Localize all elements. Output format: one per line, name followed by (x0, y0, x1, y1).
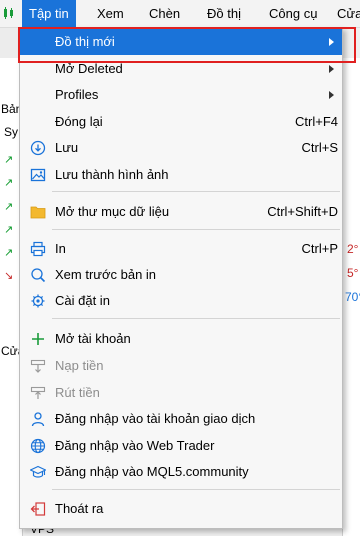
up-arrow-icon: ↗ (4, 154, 14, 166)
menu-bar: Tập tin Xem Chèn Đồ thị Công cụ Cửa (0, 0, 360, 28)
menu-item-deposit[interactable]: Nạp tiền (20, 353, 342, 379)
menu-item-open-account[interactable]: Mở tài khoản (20, 326, 342, 352)
menu-item-label: Nạp tiền (55, 358, 104, 373)
highlight-annotation-box (18, 27, 356, 63)
menu-separator (52, 229, 340, 230)
menu-item-login-mql5[interactable]: Đăng nhập vào MQL5.community (20, 459, 342, 485)
menu-item-print-setup[interactable]: Cài đặt in (20, 288, 342, 314)
deposit-icon (30, 359, 46, 373)
menu-item-label: Profiles (55, 87, 99, 102)
menu-file[interactable]: Tập tin (22, 0, 76, 27)
menu-separator (52, 191, 340, 192)
shortcut-label: Ctrl+Shift+D (267, 204, 338, 219)
up-arrow-icon: ↗ (4, 177, 14, 189)
menu-item-save[interactable]: Lưu Ctrl+S (20, 135, 342, 161)
print-preview-icon (31, 268, 46, 283)
menu-item-label: Đăng nhập vào MQL5.community (55, 464, 249, 479)
app-chart-icon (4, 7, 13, 19)
up-arrow-icon: ↗ (4, 201, 14, 213)
menu-item-login-web-trader[interactable]: Đăng nhập vào Web Trader (20, 433, 342, 459)
submenu-arrow-icon (329, 65, 334, 73)
menu-item-label: Đăng nhập vào tài khoản giao dịch (55, 411, 256, 426)
menu-item-login-trade-account[interactable]: Đăng nhập vào tài khoản giao dịch (20, 406, 342, 432)
menu-item-label: Xem trước bản in (55, 267, 157, 282)
printer-icon (30, 241, 46, 257)
menu-separator (52, 489, 340, 490)
menu-item-print-preview[interactable]: Xem trước bản in (20, 262, 342, 288)
menu-tools[interactable]: Công cụ (262, 0, 324, 27)
menu-item-label: Lưu thành hình ảnh (55, 167, 169, 182)
up-arrow-icon: ↗ (4, 224, 14, 236)
menu-item-label: Cài đặt in (55, 293, 110, 308)
image-icon (30, 168, 46, 182)
menu-item-save-as-image[interactable]: Lưu thành hình ảnh (20, 162, 342, 188)
up-arrow-icon: ↗ (4, 247, 14, 259)
price-value: 5° (347, 266, 359, 280)
symbol-column-label: Sy (4, 125, 19, 139)
globe-icon (30, 438, 46, 454)
menu-insert[interactable]: Chèn (142, 0, 187, 27)
plus-icon (32, 333, 44, 345)
file-menu-dropdown: Đồ thị mới Mở Deleted Profiles Đóng lại … (19, 27, 343, 529)
price-value: 2° (347, 242, 359, 256)
shortcut-label: Ctrl+F4 (295, 114, 338, 129)
menu-item-print[interactable]: In Ctrl+P (20, 236, 342, 262)
menu-item-open-data-folder[interactable]: Mở thư mục dữ liệu Ctrl+Shift+D (20, 199, 342, 225)
exit-icon (30, 502, 46, 516)
menu-item-label: Mở tài khoản (55, 331, 131, 346)
menu-window[interactable]: Cửa (330, 0, 360, 27)
menu-item-label: Mở thư mục dữ liệu (55, 204, 170, 219)
menu-item-label: Thoát ra (55, 501, 104, 516)
user-icon (31, 412, 45, 427)
menu-item-label: Đăng nhập vào Web Trader (55, 438, 215, 453)
folder-icon (30, 206, 46, 219)
withdraw-icon (30, 386, 46, 399)
down-arrow-icon: ↘ (4, 270, 14, 282)
shortcut-label: Ctrl+P (301, 241, 338, 256)
menu-item-label: In (55, 241, 66, 256)
menu-charts[interactable]: Đồ thị (200, 0, 248, 27)
menu-separator (52, 318, 340, 319)
chart-area-edge: 2° 5° 70° (342, 58, 360, 536)
submenu-arrow-icon (329, 91, 334, 99)
graduation-cap-icon (30, 465, 46, 478)
shortcut-label: Ctrl+S (301, 140, 338, 155)
menu-item-exit[interactable]: Thoát ra (20, 496, 342, 522)
save-icon (30, 140, 46, 156)
print-settings-icon (31, 294, 45, 308)
menu-item-profiles[interactable]: Profiles (20, 82, 342, 108)
menu-item-label: Lưu (55, 140, 79, 155)
menu-item-label: Đóng lại (55, 114, 103, 129)
toolbar-strip (0, 28, 20, 58)
menu-item-label: Rút tiền (55, 385, 100, 400)
menu-view[interactable]: Xem (90, 0, 131, 27)
menu-item-close[interactable]: Đóng lại Ctrl+F4 (20, 109, 342, 135)
menu-item-withdraw[interactable]: Rút tiền (20, 380, 342, 406)
price-value: 70° (345, 290, 360, 304)
